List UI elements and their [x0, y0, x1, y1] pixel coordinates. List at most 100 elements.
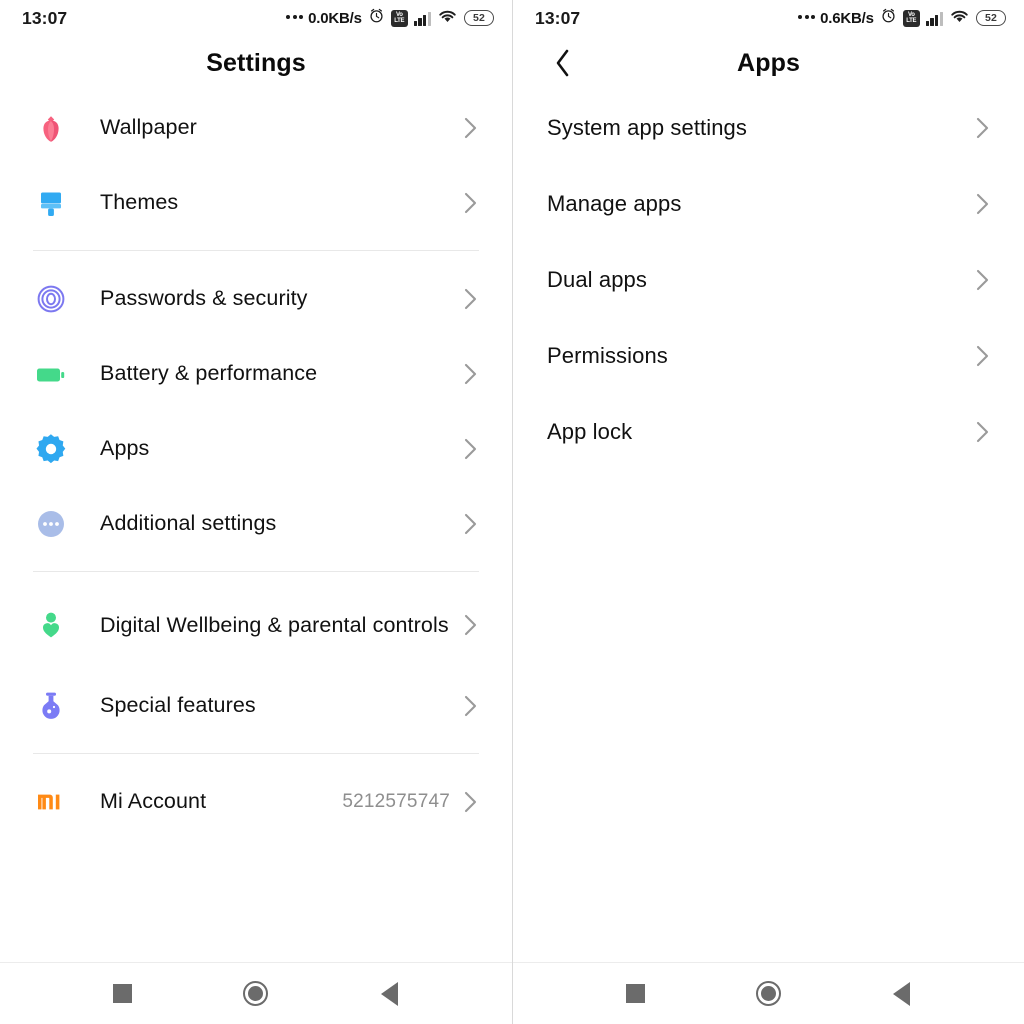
navigation-bar[interactable] [0, 962, 512, 1024]
sidebar-item-digital-wellbeing[interactable]: Digital Wellbeing & parental controls [0, 582, 512, 668]
sidebar-item-apps[interactable]: Apps [0, 411, 512, 486]
circle-icon [243, 981, 269, 1006]
fingerprint-icon [34, 282, 68, 316]
list-item-app-lock[interactable]: App lock [513, 394, 1024, 470]
signal-bars-icon [925, 11, 943, 26]
back-button[interactable] [366, 971, 412, 1017]
chevron-right-icon [976, 192, 990, 216]
chevron-right-icon [976, 420, 990, 444]
recents-button[interactable] [100, 971, 146, 1017]
status-clock: 13:07 [535, 7, 581, 28]
more-dots-icon [34, 507, 68, 541]
status-icons: 0.0KB/s Vo LTE 52 [286, 7, 494, 29]
status-icons: 0.6KB/s Vo LTE 52 [798, 7, 1006, 29]
back-arrow-icon[interactable] [547, 47, 579, 79]
sidebar-item-wallpaper[interactable]: Wallpaper [0, 90, 512, 165]
chevron-right-icon [976, 268, 990, 292]
list-item-manage-apps[interactable]: Manage apps [513, 166, 1024, 242]
apps-title-bar: Apps [513, 36, 1024, 90]
network-activity-dots-icon [798, 15, 816, 21]
apps-screen: 13:07 0.6KB/s Vo LTE 52 Apps System app … [512, 0, 1024, 1024]
alarm-clock-icon [368, 7, 385, 29]
network-speed-label: 0.6KB/s [820, 9, 874, 27]
settings-title-bar: Settings [0, 36, 512, 90]
list-item-label: Dual apps [547, 267, 647, 293]
network-activity-dots-icon [286, 15, 304, 21]
chevron-right-icon [464, 613, 478, 637]
paintbrush-icon [34, 186, 68, 220]
page-title: Settings [206, 48, 306, 77]
back-button[interactable] [879, 971, 925, 1017]
sidebar-item-mi-account[interactable]: Mi Account 5212575747 [0, 764, 512, 839]
status-bar: 13:07 0.0KB/s Vo LTE 52 [0, 0, 512, 36]
square-icon [113, 984, 133, 1003]
alarm-clock-icon [880, 7, 897, 29]
sidebar-item-passwords-security[interactable]: Passwords & security [0, 261, 512, 336]
sidebar-item-special-features[interactable]: Special features [0, 668, 512, 743]
home-button[interactable] [746, 971, 792, 1017]
sidebar-item-label: Special features [100, 693, 256, 718]
navigation-bar[interactable] [513, 962, 1024, 1024]
triangle-left-icon [380, 981, 398, 1006]
list-fade [0, 944, 512, 962]
battery-status-icon: 52 [464, 10, 494, 26]
battery-status-icon: 52 [976, 10, 1006, 26]
circle-icon [756, 981, 781, 1006]
sidebar-item-label: Mi Account [100, 789, 207, 814]
signal-bars-icon [413, 11, 431, 26]
sidebar-item-label: Themes [100, 190, 179, 215]
settings-screen: 13:07 0.0KB/s Vo LTE 52 Settings Wallpap… [0, 0, 512, 1024]
sidebar-item-additional-settings[interactable]: Additional settings [0, 486, 512, 561]
chevron-right-icon [976, 116, 990, 140]
page-title: Apps [737, 48, 800, 77]
battery-level-label: 52 [985, 12, 997, 24]
list-item-permissions[interactable]: Permissions [513, 318, 1024, 394]
mi-account-id: 5212575747 [342, 790, 450, 812]
chevron-right-icon [464, 116, 478, 140]
triangle-left-icon [893, 981, 910, 1006]
status-bar: 13:07 0.6KB/s Vo LTE 52 [513, 0, 1024, 36]
settings-list[interactable]: Wallpaper Themes Passwords & security Ba… [0, 90, 512, 962]
battery-level-label: 52 [473, 12, 485, 24]
flask-icon [34, 689, 68, 723]
tulip-icon [34, 111, 68, 145]
chevron-right-icon [464, 191, 478, 215]
status-clock: 13:07 [22, 7, 68, 28]
sidebar-item-label: Digital Wellbeing & parental controls [100, 612, 449, 637]
apps-list[interactable]: System app settings Manage apps Dual app… [513, 90, 1024, 962]
sidebar-item-label: Apps [100, 436, 150, 461]
dual-screenshot: 13:07 0.0KB/s Vo LTE 52 Settings Wallpap… [0, 0, 1024, 1024]
mi-logo-icon [34, 785, 68, 819]
list-item-label: App lock [547, 419, 633, 445]
sidebar-item-label: Passwords & security [100, 286, 308, 311]
sidebar-item-battery-performance[interactable]: Battery & performance [0, 336, 512, 411]
wifi-icon [949, 8, 970, 29]
sidebar-item-label: Wallpaper [100, 115, 197, 140]
list-item-label: Permissions [547, 343, 668, 369]
volte-icon: Vo LTE [902, 9, 920, 27]
battery-icon [34, 357, 68, 391]
square-icon [626, 984, 645, 1003]
chevron-right-icon [464, 790, 478, 814]
home-button[interactable] [233, 971, 279, 1017]
list-item-system-app-settings[interactable]: System app settings [513, 90, 1024, 166]
sidebar-item-label: Additional settings [100, 511, 277, 536]
list-item-label: Manage apps [547, 191, 682, 217]
chevron-right-icon [464, 512, 478, 536]
chevron-right-icon [464, 362, 478, 386]
recents-button[interactable] [613, 971, 659, 1017]
sidebar-item-themes[interactable]: Themes [0, 165, 512, 240]
volte-icon: Vo LTE [390, 9, 408, 27]
sidebar-item-label: Battery & performance [100, 361, 318, 386]
list-item-label: System app settings [547, 115, 747, 141]
chevron-right-icon [464, 437, 478, 461]
network-speed-label: 0.0KB/s [308, 9, 362, 27]
wifi-icon [437, 8, 458, 29]
person-heart-icon [34, 608, 68, 642]
list-item-dual-apps[interactable]: Dual apps [513, 242, 1024, 318]
